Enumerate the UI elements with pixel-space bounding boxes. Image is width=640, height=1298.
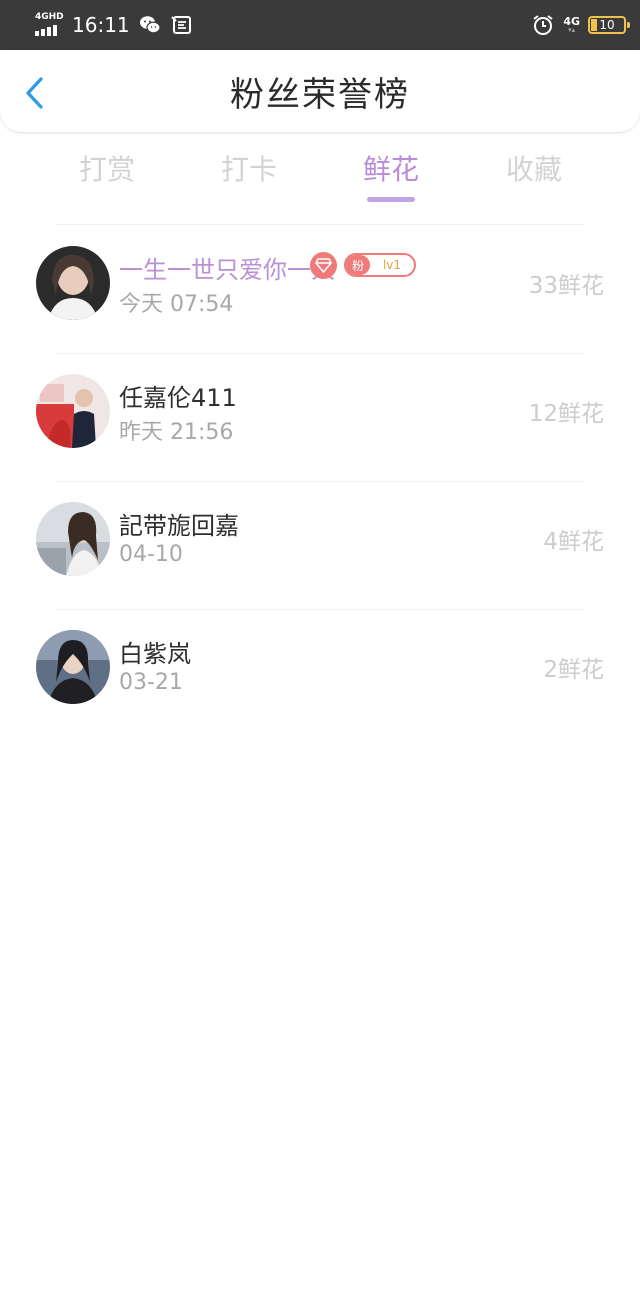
chevron-left-icon[interactable] [22,76,48,110]
battery-icon: 10 [588,16,630,34]
page-header: 粉丝荣誉榜 [0,50,640,132]
list-item[interactable]: 記带旎回嘉 04-10 4鲜花 [0,482,640,610]
battery-level: 10 [599,18,615,32]
status-bar-right: 4G ▾▴ 10 [531,13,630,37]
fan-name: 任嘉伦411 [119,384,237,412]
fan-date: 今天 07:54 [119,292,234,317]
diamond-icon [310,252,337,279]
fan-name: 白紫岚 [119,640,191,668]
fan-badge-level: lv1 [382,258,402,272]
tab-flowers[interactable]: 鲜花 [331,148,451,188]
fan-date: 03-21 [119,670,183,695]
status-bar-left: 4GHD 16:11 [34,12,194,38]
flower-count: 4鲜花 [543,529,604,555]
list-item[interactable]: 白紫岚 03-21 2鲜花 [0,610,640,738]
fan-level-badge: 粉 lv1 [344,253,416,277]
list-item[interactable]: 一生一世只爱你一人 粉 lv1 今天 07:54 33鲜花 [0,226,640,354]
active-tab-indicator [367,197,415,202]
network-label: 4GHD [35,12,64,22]
flower-count: 12鲜花 [528,401,604,427]
avatar[interactable] [36,246,110,320]
flower-count: 2鲜花 [543,657,604,683]
clock: 16:11 [72,13,130,37]
wechat-icon [139,16,161,34]
alarm-icon [533,15,553,35]
avatar[interactable] [36,502,110,576]
divider [56,224,584,225]
status-bar: 4GHD 16:11 4G ▾▴ 10 [0,0,640,50]
tab-checkin[interactable]: 打卡 [189,148,309,188]
flower-count: 33鲜花 [528,273,604,299]
page-title: 粉丝荣誉榜 [230,74,410,115]
tab-reward[interactable]: 打赏 [47,148,167,188]
cellular-signal-icon: 4GHD [34,12,64,38]
avatar[interactable] [36,630,110,704]
fan-name: 一生一世只爱你一人 [119,256,335,284]
fan-name: 記带旎回嘉 [119,512,239,540]
fan-date: 昨天 21:56 [119,420,234,445]
sms-icon [170,16,191,34]
tab-favorites[interactable]: 收藏 [474,148,594,188]
avatar[interactable] [36,374,110,448]
tab-bar: 打赏 打卡 鲜花 收藏 [0,140,640,210]
fan-badge-label: 粉 [346,255,370,275]
list-item[interactable]: 任嘉伦411 昨天 21:56 12鲜花 [0,354,640,482]
fan-date: 04-10 [119,542,183,567]
mobile-data-icon: 4G ▾▴ [563,15,580,34]
